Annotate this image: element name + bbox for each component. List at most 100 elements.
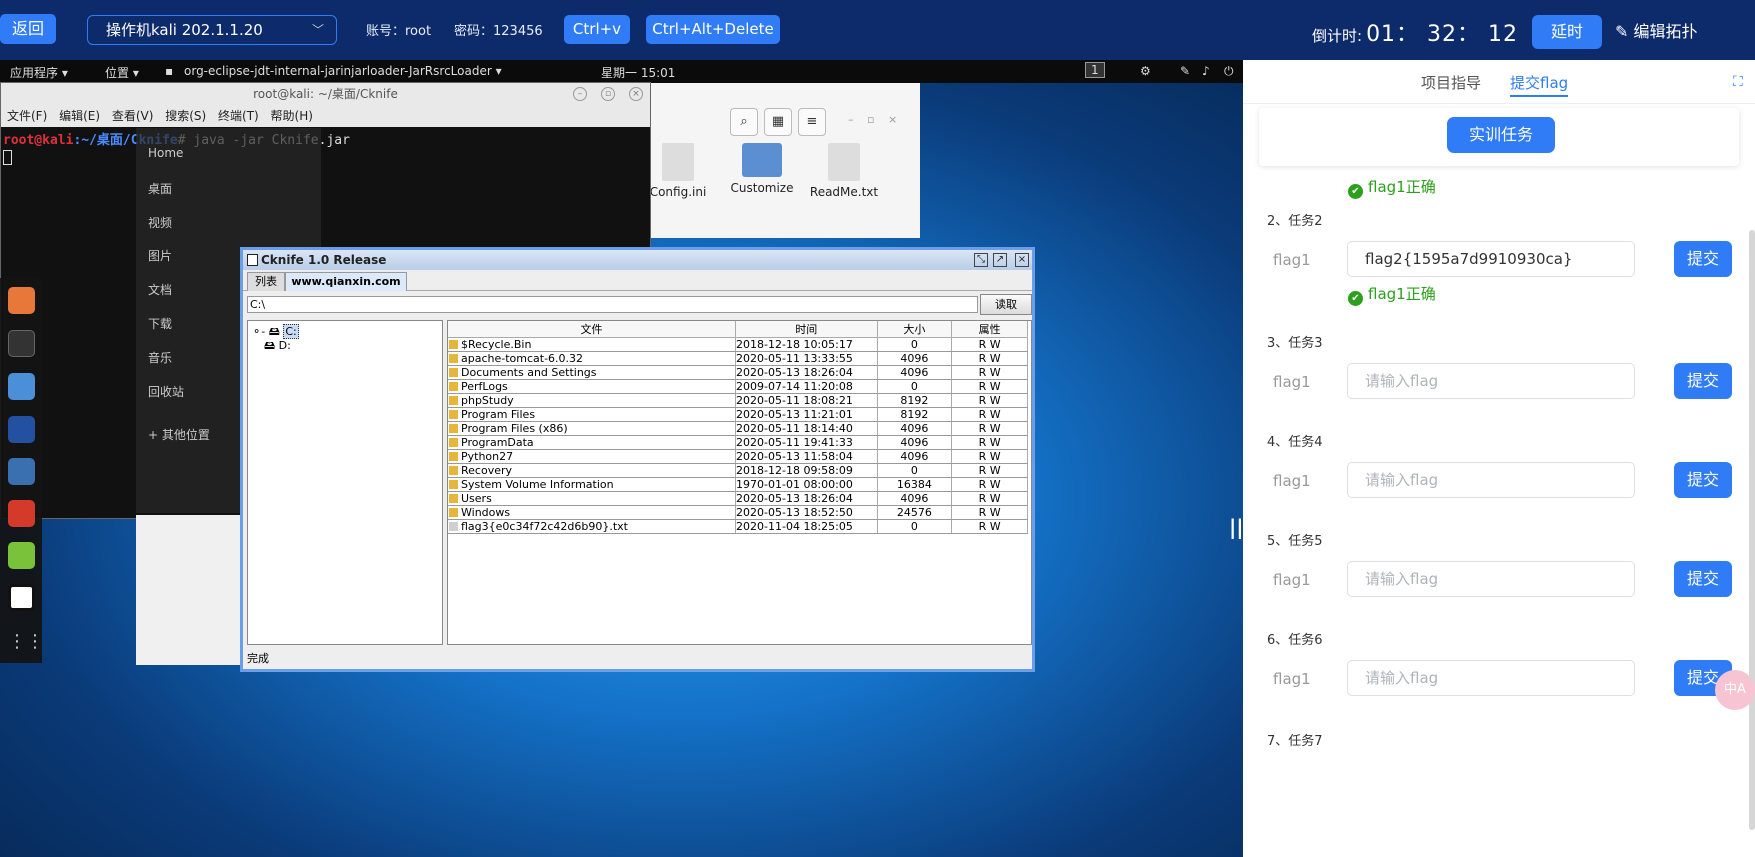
apps-tray-icon[interactable]: ⚙ (1140, 64, 1151, 78)
menu-icon[interactable]: ≡ (798, 108, 826, 136)
popout-icon[interactable]: ↗ (993, 253, 1007, 267)
active-window-menu[interactable]: org-eclipse-jdt-internal-jarinjarloader-… (184, 64, 502, 78)
places-menu[interactable]: 位置 ▾ (105, 64, 139, 81)
table-row[interactable]: flag3{e0c34f72c42d6b90}.txt 2020-11-04 18… (448, 519, 1028, 534)
sidebar-item-documents[interactable]: 文档 (148, 281, 172, 298)
flag-label: flag1 (1273, 373, 1311, 391)
column-header[interactable]: 大小 (877, 321, 953, 338)
sidebar-item-music[interactable]: 音乐 (148, 349, 172, 366)
table-row[interactable]: Documents and Settings 2020-05-13 18:26:0… (448, 365, 1028, 380)
vm-select[interactable]: 操作机kali 202.1.1.20 ﹀ (87, 15, 337, 45)
power-icon[interactable]: ⏻ (1224, 64, 1234, 79)
tab-project-guide[interactable]: 项目指导 (1421, 72, 1481, 93)
minimize-icon[interactable]: – (573, 87, 587, 101)
sidebar-item-pictures[interactable]: 图片 (148, 247, 172, 264)
view-grid-icon[interactable]: ▦ (764, 108, 792, 136)
tab-submit-flag[interactable]: 提交flag (1510, 72, 1569, 97)
tree-node-d[interactable]: 🖴 D: (264, 337, 291, 356)
submit-button[interactable]: 提交 (1674, 462, 1732, 498)
column-header[interactable]: 属性 (951, 321, 1028, 338)
clock[interactable]: 星期一 15:01 (601, 64, 675, 81)
cknife-titlebar[interactable]: Cknife 1.0 Release ⤡ ↗ × (243, 250, 1032, 270)
extend-time-button[interactable]: 延时 (1532, 15, 1602, 49)
path-input[interactable]: C:\ (247, 296, 978, 313)
folder-item[interactable]: Customize (726, 143, 798, 195)
table-row[interactable]: phpStudy 2020-05-11 18:08:21 8192 R W (448, 393, 1028, 408)
applications-menu[interactable]: 应用程序 ▾ (10, 64, 68, 81)
workspace-indicator[interactable]: 1 (1085, 62, 1105, 78)
training-task-button[interactable]: 实训任务 (1447, 117, 1555, 153)
table-row[interactable]: apache-tomcat-6.0.32 2020-05-11 13:33:55 4… (448, 351, 1028, 366)
cknife-window[interactable]: Cknife 1.0 Release ⤡ ↗ × 列表 www.qianxin.… (240, 247, 1035, 672)
scrollbar[interactable] (1749, 230, 1755, 830)
file-name-cell: PerfLogs (448, 379, 737, 394)
folder-icon (742, 143, 782, 177)
edit-topology-label: 编辑拓扑 (1633, 22, 1698, 41)
table-row[interactable]: PerfLogs 2009-07-14 11:20:08 0 R W (448, 379, 1028, 394)
volume-icon[interactable]: ♪ (1202, 64, 1210, 78)
java-app-icon[interactable] (8, 584, 35, 611)
firefox-icon[interactable] (8, 287, 35, 314)
files-icon[interactable] (8, 373, 35, 400)
cknife-title: Cknife 1.0 Release (261, 253, 387, 267)
submit-button[interactable]: 提交 (1674, 363, 1732, 399)
collapse-icon[interactable]: ⛶ (1733, 74, 1751, 92)
remote-desktop[interactable]: 应用程序 ▾ 位置 ▾ ▪ org-eclipse-jdt-internal-j… (0, 60, 1243, 857)
maximize-icon[interactable]: ▫ (601, 87, 615, 101)
terminal-output[interactable]: root@kali:~/桌面/Cknife# java -jar Cknife.… (1, 127, 650, 169)
ctrl-alt-delete-button[interactable]: Ctrl+Alt+Delete (646, 15, 780, 44)
edit-topology-button[interactable]: ✎ 编辑拓扑 (1615, 18, 1698, 42)
table-row[interactable]: Recovery 2018-12-18 09:58:09 0 R W (448, 463, 1028, 478)
flag-input[interactable]: 请输入flag (1347, 660, 1635, 696)
flag-input[interactable]: 请输入flag (1347, 561, 1635, 597)
sidebar-item-other-locations[interactable]: + 其他位置 (148, 426, 210, 443)
submit-button[interactable]: 提交 (1674, 241, 1732, 277)
terminal-titlebar[interactable]: root@kali: ~/桌面/Cknife – ▫ × (1, 83, 650, 105)
terminal-icon[interactable] (8, 330, 35, 357)
file-manager-window[interactable]: ⌕ ▦ ≡ – ▫ × Config.ini Customize ReadMe.… (648, 83, 920, 238)
metasploit-icon[interactable] (8, 416, 35, 443)
table-row[interactable]: System Volume Information 1970-01-01 08:0… (448, 477, 1028, 492)
restore-icon[interactable]: ⤡ (974, 253, 988, 267)
flag-input[interactable]: 请输入flag (1347, 363, 1635, 399)
submit-button[interactable]: 提交 (1674, 561, 1732, 597)
flag-input[interactable]: 请输入flag (1347, 462, 1635, 498)
close-icon[interactable]: × (629, 87, 643, 101)
file-item[interactable]: Config.ini (648, 143, 708, 199)
sidebar-item-downloads[interactable]: 下载 (148, 315, 172, 332)
search-icon[interactable]: ⌕ (730, 108, 758, 136)
file-name-cell: flag3{e0c34f72c42d6b90}.txt (448, 519, 737, 534)
translate-icon[interactable]: 中A (1715, 670, 1755, 710)
file-item[interactable]: ReadMe.txt (808, 143, 880, 199)
table-row[interactable]: ProgramData 2020-05-11 19:41:33 4096 R W (448, 435, 1028, 450)
column-header[interactable]: 文件 (448, 321, 737, 338)
tool-icon[interactable]: ✎ (1180, 64, 1190, 78)
back-button[interactable]: 返回 (0, 14, 56, 44)
table-row[interactable]: Program Files (x86) 2020-05-11 18:14:40 40… (448, 421, 1028, 436)
close-icon[interactable]: × (1015, 253, 1029, 267)
armitage-icon[interactable] (8, 458, 35, 485)
sidebar-item-desktop[interactable]: 桌面 (148, 180, 172, 197)
column-header[interactable]: 时间 (735, 321, 878, 338)
terminal-menubar[interactable]: 文件(F) 编辑(E) 查看(V) 搜索(S) 终端(T) 帮助(H) (1, 105, 650, 127)
tab-list[interactable]: 列表 (247, 272, 285, 291)
leafpad-icon[interactable] (8, 542, 35, 569)
tab-site[interactable]: www.qianxin.com (285, 272, 407, 291)
read-button[interactable]: 读取 (980, 294, 1032, 315)
table-row[interactable]: $Recycle.Bin 2018-12-18 10:05:17 0 R W (448, 337, 1028, 352)
ctrl-v-button[interactable]: Ctrl+v (564, 15, 630, 44)
table-row[interactable]: Windows 2020-05-13 18:52:50 24576 R W (448, 505, 1028, 520)
show-apps-icon[interactable]: ⋮⋮ (8, 628, 44, 655)
cell-text: 4096 (900, 450, 929, 463)
table-row[interactable]: Users 2020-05-13 18:26:04 4096 R W (448, 491, 1028, 506)
table-row[interactable]: Python27 2020-05-13 11:58:04 4096 R W (448, 449, 1028, 464)
panel-splitter-handle[interactable]: || (1229, 515, 1243, 539)
flag-input[interactable]: flag2{1595a7d9910930ca} (1347, 241, 1635, 277)
sidebar-item-videos[interactable]: 视频 (148, 214, 172, 231)
window-controls[interactable]: – ▫ × (848, 113, 897, 126)
sidebar-item-trash[interactable]: 回收站 (148, 383, 184, 400)
sidebar-item-home[interactable]: Home (148, 146, 183, 160)
file-name: ReadMe.txt (809, 185, 879, 199)
faraday-icon[interactable] (8, 500, 35, 527)
table-row[interactable]: Program Files 2020-05-13 11:21:01 8192 R W (448, 407, 1028, 422)
